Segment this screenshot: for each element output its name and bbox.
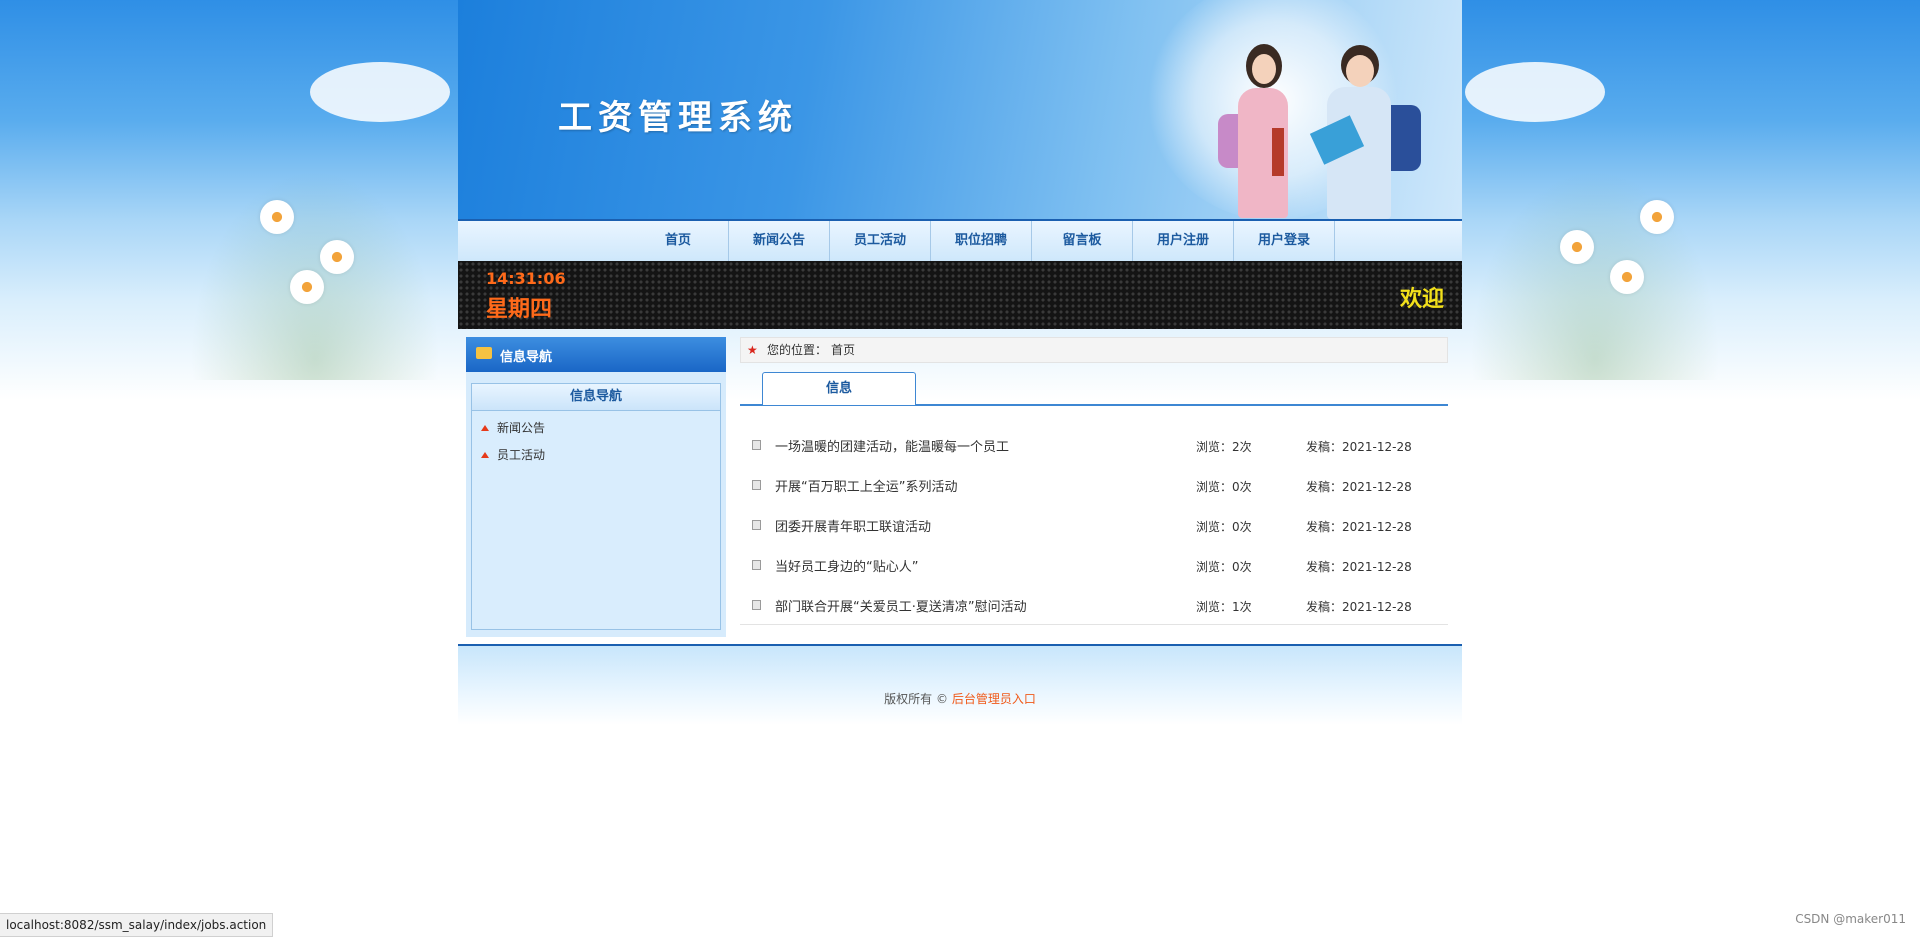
sidebar-item-news[interactable]: 新闻公告 [472, 415, 720, 442]
admin-entry-link[interactable]: 后台管理员入口 [952, 692, 1036, 706]
led-marquee: 14:31:06 星期四 欢迎 [458, 261, 1462, 329]
star-icon: ★ [747, 343, 758, 357]
copyright-text: 版权所有 © [884, 692, 952, 706]
welcome-scroll-text: 欢迎 [1400, 287, 1445, 312]
document-icon [752, 520, 761, 530]
flower-icon [260, 200, 294, 234]
cloud-left [310, 62, 450, 122]
document-icon [752, 560, 761, 570]
flower-icon [290, 270, 324, 304]
nav-item-register[interactable]: 用户注册 [1133, 221, 1234, 261]
header-banner: 工资管理系统 [458, 0, 1462, 219]
list-divider [740, 624, 1448, 625]
nav-item-guestbook[interactable]: 留言板 [1032, 221, 1133, 261]
flower-icon [1640, 200, 1674, 234]
sidebar-item-label: 新闻公告 [497, 421, 546, 435]
page-container: 工资管理系统 首页 新闻公告 员工活动 职位招聘 留言板 用户注册 用户登录 1… [458, 0, 1462, 725]
sidebar-item-label: 员工活动 [497, 448, 546, 462]
document-icon [752, 600, 761, 610]
list-item: 团委开展青年职工联谊活动 浏览：0次 发稿：2021-12-28 [740, 505, 1448, 545]
breadcrumb: ★ 您的位置： 首页 [740, 337, 1448, 363]
list-item: 开展“百万职工上全运”系列活动 浏览：0次 发稿：2021-12-28 [740, 465, 1448, 505]
article-views: 浏览：0次 [1196, 480, 1252, 494]
nav-item-activities[interactable]: 员工活动 [830, 221, 931, 261]
article-views: 浏览：0次 [1196, 520, 1252, 534]
article-date: 发稿：2021-12-28 [1306, 440, 1412, 454]
arrow-up-icon [481, 425, 489, 431]
article-views: 浏览：1次 [1196, 600, 1252, 614]
article-list: 一场温暖的团建活动，能温暖每一个员工 浏览：2次 发稿：2021-12-28 开… [740, 425, 1448, 625]
article-date: 发稿：2021-12-28 [1306, 560, 1412, 574]
sidebar-box-title: 信息导航 [472, 384, 720, 411]
sidebar-header: 信息导航 [466, 337, 726, 372]
footer: 版权所有 © 后台管理员入口 [458, 644, 1462, 725]
document-icon [752, 480, 761, 490]
breadcrumb-current[interactable]: 首页 [831, 338, 855, 362]
sidebar-nav-box: 信息导航 新闻公告 员工活动 [471, 383, 721, 630]
site-title: 工资管理系统 [558, 98, 798, 138]
nav-item-home[interactable]: 首页 [628, 221, 729, 261]
breadcrumb-label: 您的位置： [767, 343, 828, 357]
article-title-link[interactable]: 部门联合开展“关爱员工·夏送清凉”慰问活动 [775, 596, 1027, 615]
article-date: 发稿：2021-12-28 [1306, 520, 1412, 534]
nav-item-login[interactable]: 用户登录 [1234, 221, 1335, 261]
sidebar-header-title: 信息导航 [500, 350, 553, 365]
clock-time: 14:31:06 [486, 269, 566, 288]
nav-item-news[interactable]: 新闻公告 [729, 221, 830, 261]
flower-icon [320, 240, 354, 274]
article-title-link[interactable]: 一场温暖的团建活动，能温暖每一个员工 [775, 436, 1009, 455]
list-item: 当好员工身边的“贴心人” 浏览：0次 发稿：2021-12-28 [740, 545, 1448, 585]
cloud-right [1465, 62, 1605, 122]
article-views: 浏览：0次 [1196, 560, 1252, 574]
flowers-right [1470, 170, 1720, 380]
tab-info[interactable]: 信息 [762, 372, 916, 405]
list-item: 一场温暖的团建活动，能温暖每一个员工 浏览：2次 发稿：2021-12-28 [740, 425, 1448, 465]
article-title-link[interactable]: 当好员工身边的“贴心人” [775, 556, 918, 575]
flower-icon [1610, 260, 1644, 294]
content-tabs: 信息 [740, 370, 1448, 406]
flower-icon [1560, 230, 1594, 264]
sidebar-item-activities[interactable]: 员工活动 [472, 442, 720, 469]
article-title-link[interactable]: 团委开展青年职工联谊活动 [775, 516, 931, 535]
article-date: 发稿：2021-12-28 [1306, 480, 1412, 494]
arrow-up-icon [481, 452, 489, 458]
flowers-left [190, 170, 440, 380]
clock-weekday: 星期四 [486, 297, 553, 322]
article-date: 发稿：2021-12-28 [1306, 600, 1412, 614]
article-views: 浏览：2次 [1196, 440, 1252, 454]
sidebar: 信息导航 信息导航 新闻公告 员工活动 [466, 337, 726, 637]
folder-icon [476, 347, 492, 359]
list-item: 部门联合开展“关爱员工·夏送清凉”慰问活动 浏览：1次 发稿：2021-12-2… [740, 585, 1448, 625]
watermark: CSDN @maker011 [1795, 912, 1906, 926]
footer-text: 版权所有 © 后台管理员入口 [458, 690, 1462, 707]
browser-status-url: localhost:8082/ssm_salay/index/jobs.acti… [0, 913, 274, 937]
nav-item-jobs[interactable]: 职位招聘 [931, 221, 1032, 261]
main-nav: 首页 新闻公告 员工活动 职位招聘 留言板 用户注册 用户登录 [458, 219, 1462, 263]
document-icon [752, 440, 761, 450]
article-title-link[interactable]: 开展“百万职工上全运”系列活动 [775, 476, 957, 495]
